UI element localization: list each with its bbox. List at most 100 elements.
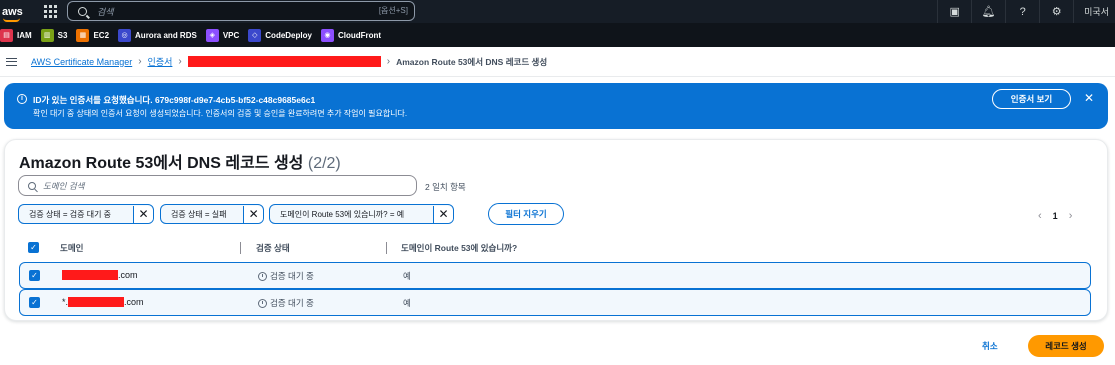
search-icon — [28, 181, 36, 190]
page-title: Amazon Route 53에서 DNS 레코드 생성 (2/2) — [19, 149, 341, 173]
favorite-s3[interactable]: ▥ S3 — [40, 28, 68, 42]
column-divider — [240, 242, 241, 254]
favorite-label: CodeDeploy — [265, 30, 312, 40]
pagination: ‹ 1 › — [1038, 210, 1072, 222]
redacted-certificate-id[interactable] — [187, 56, 381, 67]
redacted-domain — [68, 297, 125, 307]
favorite-label: EC2 — [93, 30, 110, 40]
panel-title-text: Amazon Route 53에서 DNS 레코드 생성 — [19, 155, 304, 172]
favorite-label: CloudFront — [337, 30, 382, 40]
search-shortcut: [옵션+S] — [378, 6, 408, 15]
favorite-label: IAM — [17, 30, 32, 40]
hamburger-menu-icon[interactable] — [6, 57, 17, 66]
services-menu-icon[interactable] — [44, 4, 58, 19]
pending-clock-icon — [258, 298, 267, 308]
in-route53-cell: 예 — [403, 298, 411, 308]
row-checkbox[interactable]: ✓ — [29, 270, 40, 281]
flash-title: ID가 있는 인증서를 요청했습니다. 679c998f-d9e7-4cb5-b… — [33, 95, 316, 105]
domain-search-input[interactable]: 도메인 검색 — [18, 175, 417, 196]
chevron-right-icon: › — [386, 56, 391, 67]
filter-token-label: 검증 상태 = 검증 대기 중 — [29, 209, 112, 219]
chevron-right-icon: › — [178, 56, 182, 67]
breadcrumb-certificates-link[interactable]: 인증서 — [148, 55, 173, 68]
column-status[interactable]: 검증 상태 — [256, 242, 290, 254]
filter-token-label: 도메인이 Route 53에 있습니까? = 예 — [280, 209, 405, 219]
table-row[interactable]: ✓ *. .com 검증 대기 중 예 — [19, 289, 1091, 316]
favorite-cloudfront[interactable]: ◉ CloudFront — [320, 28, 382, 42]
previous-page-icon[interactable]: ‹ — [1038, 210, 1042, 222]
filter-token-pending: 검증 상태 = 검증 대기 중 ✕ — [18, 204, 154, 224]
close-icon[interactable]: ✕ — [1084, 91, 1094, 105]
favorite-codedeploy[interactable]: ◇ CodeDeploy — [248, 28, 312, 42]
global-search-input[interactable]: 검색 [옵션+S] — [67, 1, 415, 21]
match-count: 2 일치 항목 — [425, 182, 466, 192]
favorites-bar: ▤ IAM ▥ S3 ▦ EC2 ◎ Aurora and RDS ◈ VPC ◇ Code… — [0, 23, 1115, 47]
breadcrumb-acm-link[interactable]: AWS Certificate Manager — [31, 57, 132, 67]
rds-icon: ◎ — [118, 28, 132, 42]
select-all-checkbox[interactable]: ✓ — [28, 242, 39, 253]
notifications-bell-icon[interactable]: 🔔︎ — [971, 0, 1005, 23]
column-divider — [386, 242, 387, 254]
dns-records-panel: Amazon Route 53에서 DNS 레코드 생성 (2/2) 도메인 검… — [4, 139, 1108, 321]
favorite-label: S3 — [57, 30, 68, 40]
create-records-button[interactable]: 레코드 생성 — [1028, 335, 1104, 357]
view-certificate-button[interactable]: 인증서 보기 — [992, 89, 1071, 109]
settings-gear-icon[interactable]: ⚙ — [1039, 0, 1073, 23]
filter-token-label: 검증 상태 = 실패 — [171, 209, 227, 219]
table-header: ✓ 도메인 검증 상태 도메인이 Route 53에 있습니까? — [18, 237, 1091, 259]
filter-token-route53: 도메인이 Route 53에 있습니까? = 예 ✕ — [269, 204, 454, 224]
cloudshell-icon[interactable]: ▣ — [937, 0, 971, 23]
remove-filter-icon[interactable]: ✕ — [433, 205, 453, 223]
nav-utilities: ▣ 🔔︎ ? ⚙ 미국서 — [937, 0, 1115, 23]
row-checkbox[interactable]: ✓ — [29, 297, 40, 308]
clear-filters-button[interactable]: 필터 지우기 — [488, 203, 564, 225]
favorite-vpc[interactable]: ◈ VPC — [205, 28, 240, 42]
info-icon: i — [17, 94, 27, 104]
codedeploy-icon: ◇ — [248, 28, 262, 42]
aws-logo-text: aws — [2, 5, 23, 18]
breadcrumb: AWS Certificate Manager › 인증서 › › Amazon… — [0, 47, 1115, 77]
chevron-right-icon: › — [138, 56, 142, 67]
table-row[interactable]: ✓ .com 검증 대기 중 예 — [19, 262, 1091, 289]
help-icon[interactable]: ? — [1005, 0, 1039, 23]
in-route53-cell: 예 — [403, 271, 411, 281]
aws-smile-icon — [3, 18, 20, 22]
top-navigation: aws 검색 [옵션+S] ▣ 🔔︎ ? ⚙ 미국서 — [0, 0, 1115, 23]
next-page-icon[interactable]: › — [1069, 210, 1073, 222]
cancel-button[interactable]: 취소 — [982, 340, 998, 352]
success-flash-banner: i ID가 있는 인증서를 요청했습니다. 679c998f-d9e7-4cb5… — [4, 83, 1108, 129]
column-domain[interactable]: 도메인 — [60, 242, 83, 254]
cloudfront-icon: ◉ — [320, 28, 334, 42]
domain-suffix: .com — [124, 297, 144, 307]
status-cell: 검증 대기 중 — [258, 270, 314, 282]
aws-logo[interactable]: aws — [2, 5, 30, 22]
domain-cell: *. .com — [62, 297, 144, 307]
filter-token-failed: 검증 상태 = 실패 ✕ — [160, 204, 264, 224]
status-cell: 검증 대기 중 — [258, 297, 314, 309]
flash-message: 확인 대기 중 상태의 인증서 요청이 생성되었습니다. 인증서의 검증 및 승… — [33, 109, 408, 118]
column-in-route53[interactable]: 도메인이 Route 53에 있습니까? — [401, 242, 517, 254]
domain-cell: .com — [62, 270, 138, 280]
vpc-icon: ◈ — [205, 28, 219, 42]
domain-suffix: .com — [118, 270, 138, 280]
favorite-iam[interactable]: ▤ IAM — [0, 28, 32, 42]
status-text: 검증 대기 중 — [270, 298, 314, 308]
s3-icon: ▥ — [40, 28, 54, 42]
remove-filter-icon[interactable]: ✕ — [133, 205, 153, 223]
region-selector[interactable]: 미국서 — [1073, 0, 1115, 23]
search-placeholder: 검색 — [97, 6, 114, 17]
search-icon — [78, 6, 87, 16]
breadcrumb-current: Amazon Route 53에서 DNS 레코드 생성 — [396, 56, 548, 67]
favorite-label: Aurora and RDS — [135, 30, 197, 40]
pending-clock-icon — [258, 271, 267, 281]
redacted-domain — [62, 270, 118, 280]
current-page[interactable]: 1 — [1053, 211, 1058, 221]
remove-filter-icon[interactable]: ✕ — [243, 205, 263, 223]
selection-count: (2/2) — [307, 155, 341, 172]
domain-search-placeholder: 도메인 검색 — [43, 180, 85, 191]
favorite-label: VPC — [222, 30, 240, 40]
favorite-rds[interactable]: ◎ Aurora and RDS — [118, 28, 197, 42]
favorite-ec2[interactable]: ▦ EC2 — [76, 28, 110, 42]
ec2-icon: ▦ — [76, 28, 90, 42]
iam-icon: ▤ — [0, 28, 13, 42]
